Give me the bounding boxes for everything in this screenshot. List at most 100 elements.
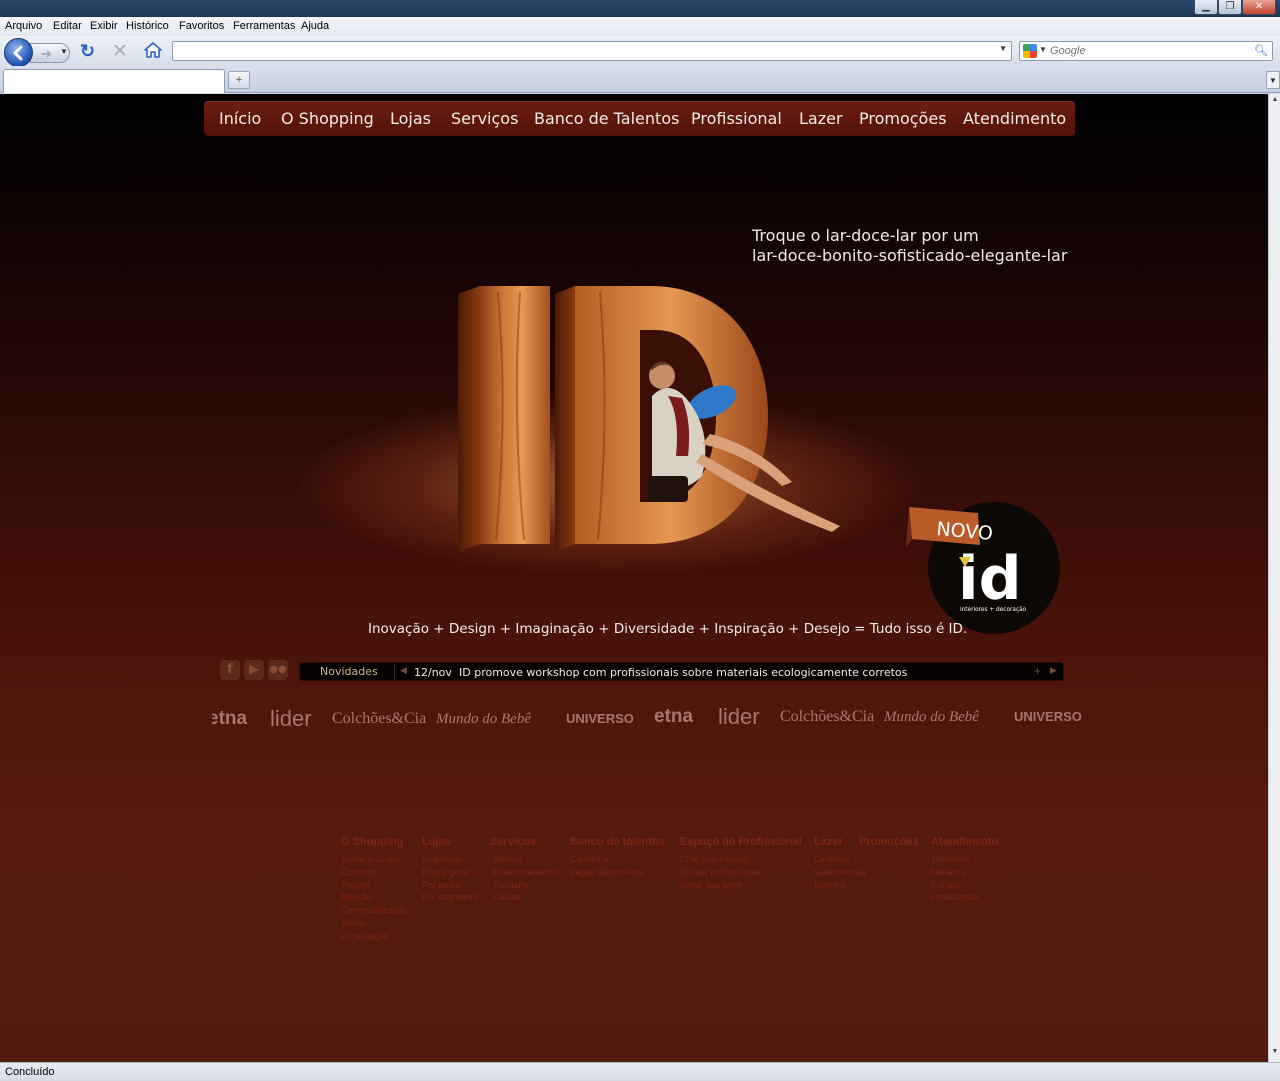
footer-link[interactable]: Bancos	[490, 853, 558, 866]
menu-arquivo[interactable]: Arquivo	[5, 20, 42, 32]
footer-heading[interactable]: Serviços	[490, 836, 558, 848]
engine-dropdown-icon[interactable]: ▼	[1039, 45, 1047, 54]
ticker-headline[interactable]: ID promove workshop com profissionais so…	[459, 666, 907, 679]
reload-icon[interactable]: ↻	[80, 41, 95, 62]
footer-link[interactable]: Caixas	[490, 891, 558, 904]
badge-logo-text: id	[958, 544, 1022, 614]
footer-heading[interactable]: Lazer	[814, 836, 866, 848]
home-icon[interactable]	[144, 42, 162, 63]
footer-link[interactable]: Localização	[341, 930, 408, 943]
brand-logo[interactable]: UNIVERSO	[1014, 709, 1082, 724]
youtube-icon[interactable]: ▶	[244, 660, 264, 680]
stop-icon[interactable]: ✕	[112, 40, 128, 63]
footer-link[interactable]: Editar seu perfil	[680, 879, 802, 892]
brand-logo[interactable]: etna	[654, 706, 693, 728]
footer-heading[interactable]: Banco de talentos	[570, 836, 665, 848]
url-dropdown-icon[interactable]: ▼	[999, 44, 1007, 53]
scroll-down-icon[interactable]: ▼	[1270, 1048, 1280, 1060]
tab-bar: + ▼	[0, 66, 1280, 93]
badge-caption: interiores + decoração	[960, 607, 1027, 613]
nav-servicos[interactable]: Serviços	[451, 109, 518, 128]
footer-col-servicos: Serviços Bancos Estacionamento Fraldário…	[490, 836, 558, 904]
url-input[interactable]: ▼	[172, 41, 1012, 61]
new-tab-button[interactable]: +	[228, 71, 250, 89]
menu-ferramentas[interactable]: Ferramentas	[233, 20, 295, 32]
brand-logo[interactable]: Colchões&Cia	[780, 708, 874, 726]
footer-heading[interactable]: Espaço do Profissional	[680, 836, 802, 848]
footer-heading[interactable]: Atendimento	[931, 836, 998, 848]
ticker-label-post: ades	[351, 665, 378, 678]
footer-link[interactable]: Por andar	[422, 879, 478, 892]
footer-link[interactable]: Buscar profissionais	[680, 866, 802, 879]
menu-ajuda[interactable]: Ajuda	[301, 20, 329, 32]
brand-logo[interactable]: etna	[212, 708, 247, 730]
footer-link[interactable]: Projeto	[341, 879, 408, 892]
menu-exibir[interactable]: Exibir	[90, 20, 118, 32]
nav-o-shopping[interactable]: O Shopping	[281, 109, 374, 128]
forward-button[interactable]: ➜ ▼	[30, 43, 70, 63]
footer-heading[interactable]: Promoções	[859, 836, 919, 848]
ticker-label: Novidades	[320, 665, 378, 678]
tab-list-icon[interactable]: ▼	[1266, 71, 1280, 89]
brand-logo[interactable]: Mundo do Bebê	[884, 709, 979, 726]
brand-logo[interactable]: lider	[718, 704, 760, 730]
google-icon[interactable]	[1023, 44, 1037, 58]
footer-link[interactable]: Cinemas	[814, 853, 866, 866]
back-button[interactable]	[4, 38, 33, 67]
nav-banco-de-talentos[interactable]: Banco de Talentos	[534, 109, 679, 128]
footer-link[interactable]: Localização	[931, 891, 998, 904]
footer-link[interactable]: Conceito	[341, 866, 408, 879]
search-icon[interactable]: 🔍︎	[1254, 44, 1268, 57]
close-button[interactable]: ✕	[1242, 0, 1276, 15]
menu-favoritos[interactable]: Favoritos	[179, 20, 224, 32]
footer-link[interactable]: Telefones	[931, 853, 998, 866]
scroll-up-icon[interactable]: ▲	[1270, 96, 1280, 108]
flickr-icon[interactable]: ●●	[268, 660, 288, 680]
footer-link[interactable]: E-mails	[931, 879, 998, 892]
brand-logo[interactable]: lider	[270, 706, 312, 732]
nav-atendimento[interactable]: Atendimento	[963, 109, 1066, 128]
brand-logo[interactable]: Mundo do Bebê	[436, 711, 531, 728]
footer-link[interactable]: Fraldário	[490, 879, 558, 892]
footer-heading[interactable]: Lojas	[422, 836, 478, 848]
brand-logo[interactable]: Colchões&Cia	[332, 710, 426, 728]
vertical-scrollbar[interactable]: ▲ ▼	[1268, 94, 1280, 1062]
menu-historico[interactable]: Histórico	[126, 20, 169, 32]
search-input[interactable]	[1050, 43, 1250, 59]
minimize-button[interactable]: ▁	[1194, 0, 1218, 15]
status-text: Concluído	[5, 1066, 55, 1078]
footer-link[interactable]: Criar seu espaço	[680, 853, 802, 866]
facebook-icon[interactable]: f	[220, 660, 240, 680]
tab-current[interactable]	[3, 69, 225, 93]
ticker-add-icon[interactable]: +	[1034, 664, 1041, 678]
footer-link[interactable]: Busca geral	[422, 866, 478, 879]
footer-link[interactable]: Empresas	[422, 853, 478, 866]
footer-link[interactable]: Cadastrar	[570, 853, 665, 866]
search-box: ▼ 🔍︎	[1019, 41, 1273, 61]
footer-link[interactable]: Vagas disponíveis	[570, 866, 665, 879]
window-titlebar: ▁ ❐ ✕	[0, 0, 1280, 17]
footer-link[interactable]: Por segmento	[422, 891, 478, 904]
footer-link[interactable]: Sobre o Grupo	[341, 853, 408, 866]
footer-col-lojas: Lojas Empresas Busca geral Por andar Por…	[422, 836, 478, 904]
nav-lazer[interactable]: Lazer	[799, 109, 843, 128]
footer-link[interactable]: Vídeo	[341, 917, 408, 930]
footer-heading[interactable]: O Shopping	[341, 836, 408, 848]
history-dropdown-icon[interactable]: ▼	[60, 47, 68, 56]
footer-link[interactable]: Estacionamento	[490, 866, 558, 879]
nav-inicio[interactable]: Início	[219, 109, 261, 128]
footer-link[interactable]: Gastronomia	[814, 866, 866, 879]
footer-link[interactable]: Direção	[341, 891, 408, 904]
ticker-next-icon[interactable]: ▶	[1050, 665, 1057, 676]
nav-lojas[interactable]: Lojas	[390, 109, 431, 128]
footer-link[interactable]: Comercialização	[341, 904, 408, 917]
footer-link[interactable]: Horários	[931, 866, 998, 879]
maximize-button[interactable]: ❐	[1218, 0, 1242, 15]
brand-logo[interactable]: UNIVERSO	[566, 711, 634, 726]
ticker-prev-icon[interactable]: ◀	[400, 665, 407, 676]
ticker-date: 12/nov	[414, 666, 452, 679]
nav-promocoes[interactable]: Promoções	[859, 109, 947, 128]
footer-link[interactable]: Eventos	[814, 879, 866, 892]
nav-profissional[interactable]: Profissional	[691, 109, 782, 128]
menu-editar[interactable]: Editar	[53, 20, 82, 32]
